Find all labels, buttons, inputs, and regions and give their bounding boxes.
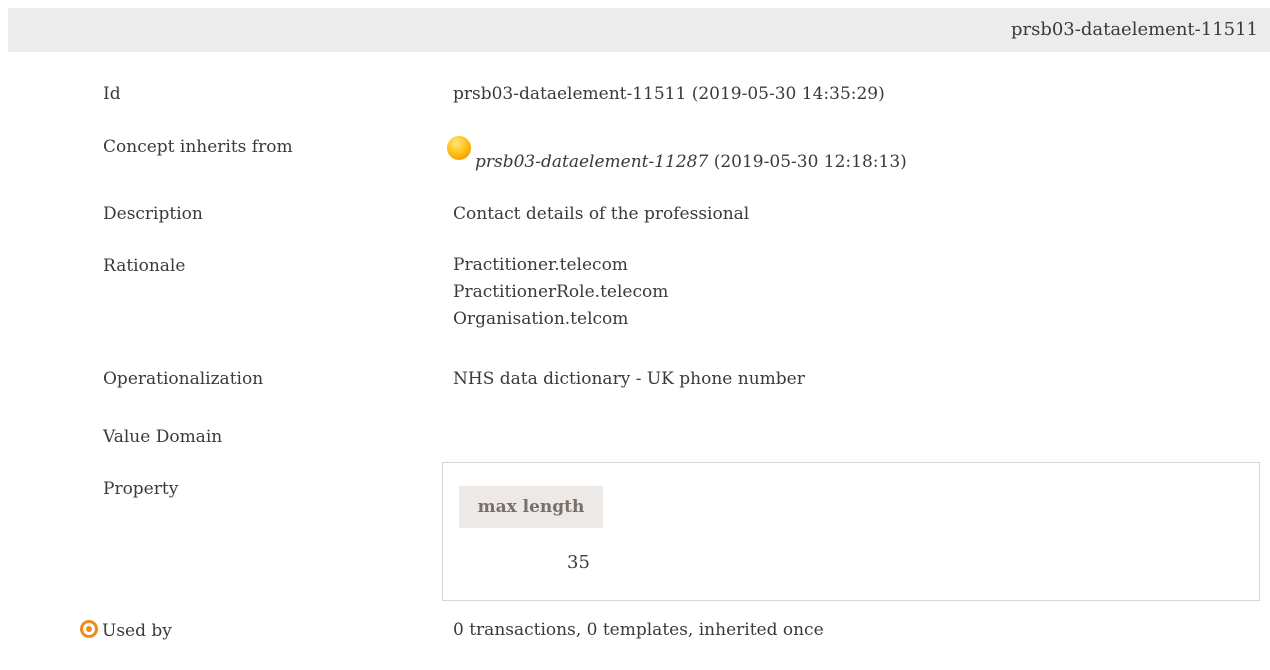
description-value: Contact details of the professional	[453, 204, 750, 224]
id-value: prsb03-dataelement-11511 (2019-05-30 14:…	[453, 84, 885, 104]
description-label: Description	[103, 204, 203, 224]
header-bar: prsb03-dataelement-11511	[8, 8, 1270, 52]
inherits-link[interactable]: prsb03-dataelement-11287	[475, 152, 708, 172]
property-column-header: max length	[459, 486, 603, 528]
used-by-value: 0 transactions, 0 templates, inherited o…	[453, 620, 824, 640]
page-title: prsb03-dataelement-11511	[1010, 19, 1258, 40]
rationale-value: Practitioner.telecom PractitionerRole.te…	[453, 252, 668, 333]
property-value: 35	[567, 552, 590, 573]
value-domain-label: Value Domain	[103, 427, 223, 447]
rationale-line: PractitionerRole.telecom	[453, 282, 669, 302]
used-by-label: Used by	[102, 621, 172, 641]
rationale-line: Practitioner.telecom	[453, 255, 628, 275]
inherits-label: Concept inherits from	[103, 137, 293, 157]
id-label: Id	[103, 84, 121, 104]
inherits-value: prsb03-dataelement-11287 (2019-05-30 12:…	[447, 136, 907, 172]
target-icon	[80, 620, 98, 638]
inherits-date: (2019-05-30 12:18:13)	[708, 152, 907, 172]
property-label: Property	[103, 479, 179, 499]
rationale-line: Organisation.telcom	[453, 309, 629, 329]
used-by-label-wrap: Used by	[80, 620, 172, 641]
operationalization-value: NHS data dictionary - UK phone number	[453, 369, 805, 389]
operationalization-label: Operationalization	[103, 369, 264, 389]
property-table: max length 35	[442, 462, 1260, 601]
rationale-label: Rationale	[103, 256, 186, 276]
concept-orb-icon	[447, 136, 471, 160]
